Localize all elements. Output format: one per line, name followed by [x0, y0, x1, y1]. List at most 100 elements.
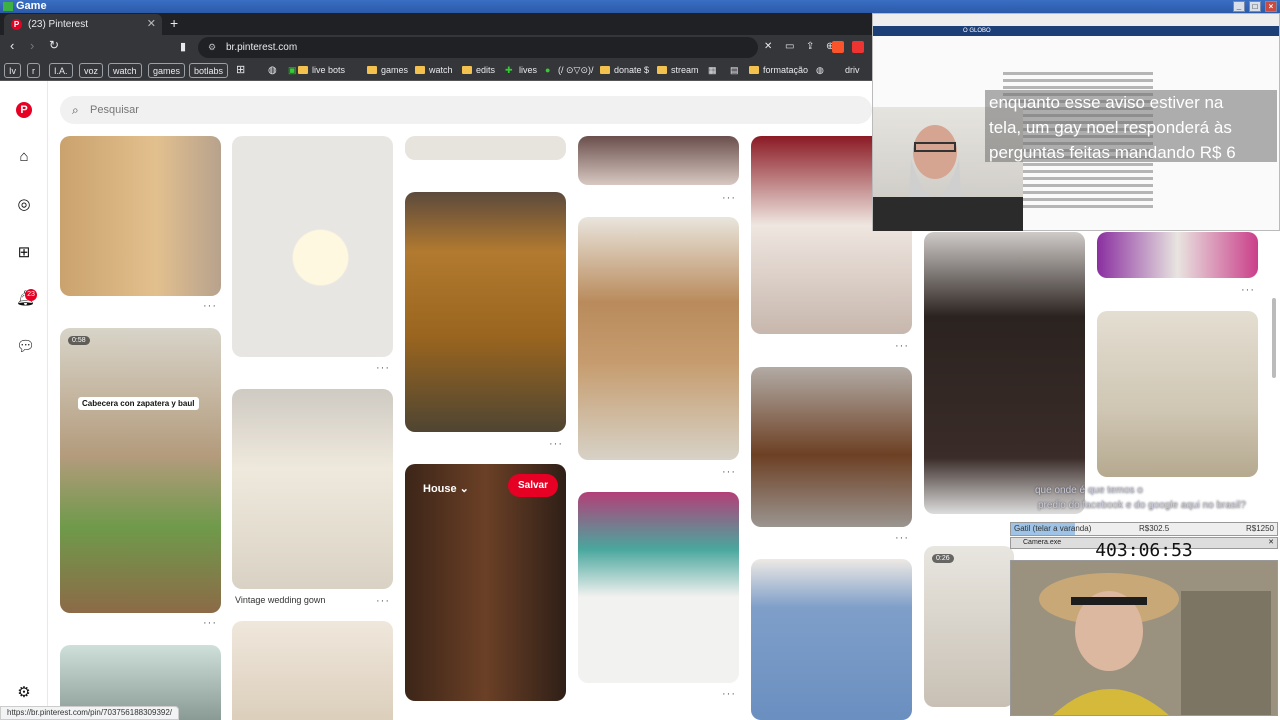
pin-attic-bedroom[interactable]: [1097, 311, 1258, 477]
pin-wedding-gown[interactable]: [232, 389, 393, 589]
pinterest-sidebar: P ⌂ ◎ ⊞ 🔔︎ 23 💬︎ ⚙: [0, 81, 48, 720]
goal-current: R$302.5: [1139, 524, 1170, 533]
pin-more-icon[interactable]: ···: [203, 300, 217, 312]
board-selector[interactable]: House ⌄: [423, 482, 469, 495]
pin-more-icon[interactable]: ···: [203, 617, 217, 629]
pin-more-icon[interactable]: ···: [722, 688, 736, 700]
goal-target: R$1250: [1245, 524, 1274, 533]
share-icon[interactable]: ⇪: [806, 41, 814, 52]
cast-icon[interactable]: ▭: [785, 41, 794, 52]
pin-storage-bench[interactable]: [578, 492, 739, 683]
bookmark-voz[interactable]: voz: [79, 63, 104, 78]
notice-line: enquanto esse aviso estiver na: [989, 93, 1224, 112]
pin-shoe-cabinet[interactable]: [60, 136, 221, 296]
minimize-button[interactable]: _: [1233, 1, 1245, 12]
pinterest-logo-icon[interactable]: P: [16, 102, 32, 118]
pin-mary-jane-shoes[interactable]: [751, 367, 912, 527]
reload-icon[interactable]: ↻: [49, 38, 59, 52]
globe-bookmark-icon[interactable]: ◍: [816, 63, 824, 78]
pin-more-icon[interactable]: ···: [895, 532, 909, 544]
tab-pinterest[interactable]: P (23) Pinterest ✕: [4, 14, 162, 35]
os-title-bar: Game _ □ ×: [0, 0, 1280, 13]
forward-icon[interactable]: ›: [30, 38, 34, 53]
bookmark-botlabs[interactable]: botlabs: [189, 63, 229, 78]
pin-house-wardrobe[interactable]: House ⌄ Salvar: [405, 464, 566, 701]
calc-bookmark-icon[interactable]: ▦: [708, 63, 717, 78]
pin-caption: Vintage wedding gown: [235, 595, 326, 605]
pin-more-icon[interactable]: ···: [1241, 284, 1255, 296]
second-webcam-figure: [1011, 561, 1277, 715]
notifications-badge: 23: [25, 289, 37, 301]
notice-line: perguntas feitas mandando R$ 6: [989, 143, 1236, 162]
create-icon[interactable]: ⊞: [16, 245, 32, 261]
pin-mustard-dress[interactable]: [405, 192, 566, 432]
bookmark-ia[interactable]: I.A.: [49, 63, 73, 78]
search-input[interactable]: ⌕ Pesquisar: [60, 96, 872, 124]
close-button[interactable]: ×: [1265, 1, 1277, 12]
folder-formatacao[interactable]: formatação: [749, 63, 808, 78]
mute-icon[interactable]: ✕: [764, 41, 772, 52]
tab-close-icon[interactable]: ✕: [147, 14, 156, 35]
second-webcam: [1010, 560, 1278, 716]
pin-video-room[interactable]: 0:26: [924, 546, 1014, 707]
scrollbar-thumb[interactable]: [1272, 298, 1276, 378]
screen: Game _ □ × P (23) Pinterest ✕ + ‹ › ↻ ▮ …: [0, 0, 1280, 720]
folder-stream[interactable]: stream: [657, 63, 699, 78]
lives-plus-icon[interactable]: ✚: [505, 63, 513, 78]
pin-top-partial[interactable]: [405, 136, 566, 160]
bookmark-games-chip[interactable]: games: [148, 63, 186, 78]
pin-more-icon[interactable]: ···: [549, 438, 563, 450]
chat-message: predio do facebook e do google aqui no b…: [1038, 500, 1246, 511]
save-button[interactable]: Salvar: [507, 474, 558, 497]
bookmark-drive[interactable]: driv: [845, 63, 860, 78]
pin-flower-lamp[interactable]: [232, 136, 393, 357]
goal-label: Gatil (telar a varanda): [1014, 524, 1092, 533]
whatsapp-bookmark-icon[interactable]: ▣: [288, 63, 297, 78]
new-tab-icon[interactable]: +: [170, 13, 178, 33]
maximize-button[interactable]: □: [1249, 1, 1261, 12]
brave-shield-icon[interactable]: [832, 41, 844, 53]
home-icon[interactable]: ⌂: [16, 149, 32, 165]
pin-dark-partial[interactable]: [578, 136, 739, 185]
folder-games[interactable]: games: [367, 63, 408, 78]
bookmark-emoticon[interactable]: (/ ⊙▽⊙)/: [558, 63, 594, 78]
chat-message: que onde é que temos o: [1035, 485, 1143, 496]
bookmark-icon[interactable]: ▮: [180, 40, 186, 53]
pin-more-icon[interactable]: ···: [722, 466, 736, 478]
pin-crochet-skirt[interactable]: [232, 621, 393, 720]
messages-icon[interactable]: 💬︎: [16, 339, 35, 355]
site-info-icon[interactable]: ⚙: [208, 37, 216, 58]
back-icon[interactable]: ‹: [10, 38, 14, 53]
folder-live-bots[interactable]: live bots: [298, 63, 345, 78]
donation-goal-bar: Gatil (telar a varanda) R$302.5 R$1250: [1010, 522, 1278, 536]
folder-donate[interactable]: donate $: [600, 63, 649, 78]
brave-rewards-icon[interactable]: [852, 41, 864, 53]
pin-blue-dress[interactable]: [751, 559, 912, 720]
folder-edits[interactable]: edits: [462, 63, 495, 78]
pin-floral-maxi-dress[interactable]: [924, 232, 1085, 514]
bookmark-watch-chip[interactable]: watch: [108, 63, 142, 78]
docs-bookmark-icon[interactable]: ▤: [730, 63, 739, 78]
stream-notice: enquanto esse aviso estiver na tela, um …: [985, 90, 1277, 162]
status-bar: https://br.pinterest.com/pin/70375618830…: [0, 706, 180, 720]
bookmark-lives[interactable]: lives: [519, 63, 537, 78]
bookmark-iv[interactable]: Iv: [4, 63, 22, 78]
address-bar[interactable]: ⚙ br.pinterest.com: [198, 37, 758, 58]
status-link: https://br.pinterest.com/pin/70375618830…: [7, 708, 173, 717]
pin-video-bed[interactable]: 0:58 Cabecera con zapatera y baul: [60, 328, 221, 613]
overlay-url-bar: [873, 14, 1279, 26]
ext-bookmark-icon[interactable]: ◍: [268, 63, 277, 78]
bookmark-r[interactable]: r: [27, 63, 40, 78]
pin-more-icon[interactable]: ···: [895, 340, 909, 352]
notice-line: tela, um gay noel responderá às: [989, 118, 1232, 137]
pin-more-icon[interactable]: ···: [376, 362, 390, 374]
folder-watch[interactable]: watch: [415, 63, 453, 78]
pin-purple-room[interactable]: [1097, 232, 1258, 278]
pin-overlay-label: Cabecera con zapatera y baul: [78, 397, 199, 410]
explore-icon[interactable]: ◎: [16, 197, 32, 213]
pin-kitchen-shelves[interactable]: [578, 217, 739, 460]
pin-more-icon[interactable]: ···: [376, 595, 390, 607]
settings-icon[interactable]: ⚙: [16, 685, 32, 701]
apps-grid-icon[interactable]: ⊞: [236, 63, 245, 78]
pin-more-icon[interactable]: ···: [722, 192, 736, 204]
